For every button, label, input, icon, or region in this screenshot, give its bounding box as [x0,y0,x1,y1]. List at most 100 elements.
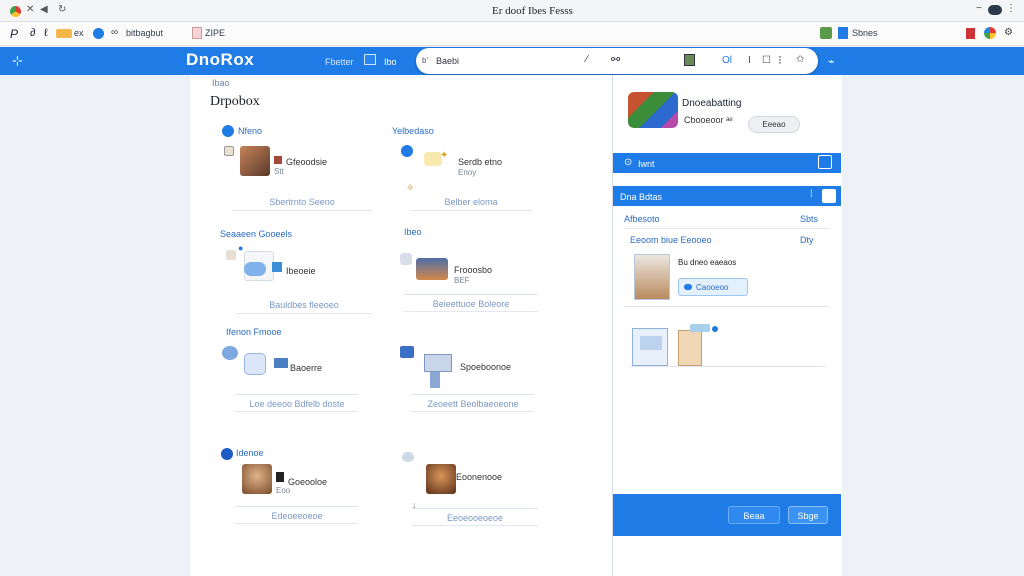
item-action-row[interactable]: Loe deeoo Bdfelb doste [236,394,358,412]
item-thumbnail[interactable] [240,146,270,176]
app-menu-icon[interactable]: ⊹ [12,53,23,69]
minimize-icon[interactable]: − [976,3,982,14]
item-action-row[interactable]: Zeoeett Beolbaeoeone [412,394,534,412]
item-subtitle: Eoo [276,486,291,495]
link-icon[interactable]: ⚯ [611,53,620,66]
bookmark-ex[interactable]: ex [74,28,84,38]
star-icon[interactable]: ✩ [796,54,804,65]
item-title[interactable]: Frooosbo [454,265,492,275]
nav-glyph-d[interactable]: ∂ [30,27,35,39]
item-subtitle: Enoy [458,168,477,177]
menu-icon[interactable]: ⋮ [1006,3,1016,14]
bookmark-globe-icon[interactable] [93,28,104,39]
extension-extra-icon[interactable]: ⚙ [1004,27,1013,38]
item-action-row[interactable]: Beieettuoe Boleore [404,294,538,312]
item-title[interactable]: Serdb etno [458,157,502,167]
app-logo[interactable]: DnoRox [186,50,254,70]
bookmark-bitbagbut[interactable]: bitbagbut [126,28,163,38]
stat-label: Afbesoto [624,214,660,224]
item-mini-icon [274,156,282,164]
clip-icon [690,324,710,332]
stat-value: Sbts [800,214,819,224]
sort-icon[interactable]: ⁞ [810,189,813,200]
search-input[interactable]: Baebi [436,56,459,66]
search-glyph-i: I [748,55,751,66]
page-title: Drpobox [210,94,260,109]
item-small-icon [400,253,412,265]
extension-colorful-icon[interactable] [984,27,996,39]
sub-header-label: Dna Bdtas [620,192,663,202]
section-label: Yelbedaso [392,126,434,136]
item-action-row[interactable]: Bauldbes fleeoeo [236,296,372,314]
item-mini-icon [276,472,284,482]
extension-icon[interactable] [820,27,832,39]
item-title[interactable]: Eoonenooe [456,472,502,482]
section-header-label: Iwnt [638,159,655,169]
header-right-icon[interactable]: ⌁ [828,55,835,68]
filter-icon[interactable]: ☐ [762,55,771,66]
account-icon[interactable] [988,5,1002,15]
clip-dot-icon [712,326,718,332]
bookmark-zipe[interactable]: ZIPE [205,28,225,38]
section-label: Ibeo [404,227,422,237]
divider [624,228,828,229]
bookmark-link-icon[interactable]: ∞ [111,27,118,38]
item-star-icon: ✦ [440,150,449,161]
section-dot-icon [221,448,233,460]
search-bar[interactable]: b' Baebi ⁄ ⚯ Ol I ☐ ⁝ ✩ [416,48,818,74]
item-title[interactable]: Gfeoodsie [286,157,327,167]
section-dot-icon [222,125,234,137]
profile-pill[interactable]: Eeeao [748,116,800,133]
box-icon[interactable] [678,330,702,366]
item-title[interactable]: Ibeoeie [286,266,316,276]
file-preview[interactable] [634,254,670,300]
file-action-label: Caooeoo [696,283,729,292]
bookmark-folder-icon[interactable] [56,29,72,38]
item-mini-icon [272,262,282,272]
refresh-icon[interactable]: ↻ [58,4,66,15]
back-icon[interactable]: ◀ [40,4,48,15]
more-icon[interactable]: ⁝ [778,53,782,67]
section-dot-icon [401,145,413,157]
item-subtitle: BEF [454,276,470,285]
item-action-row[interactable]: Sbertrnto Seeno [232,193,372,211]
expand-icon[interactable] [818,155,832,169]
item-thumbnail[interactable] [242,464,272,494]
settings-icon[interactable]: ⊙ [624,157,632,168]
divider [630,366,826,367]
item-folder-icon [400,346,414,358]
breadcrumb[interactable]: Ibao [212,78,230,88]
nav-link-ibo[interactable]: Ibo [384,57,397,67]
item-cloud-icon [402,452,414,462]
image-icon[interactable] [684,54,695,66]
item-small-icon [226,250,236,260]
nav-link-fbetter[interactable]: Fbetter [325,57,354,67]
grid-icon[interactable] [364,54,376,65]
extension-blue-icon[interactable] [838,27,848,39]
item-title[interactable]: Goeooloe [288,477,327,487]
cancel-button[interactable]: Beaa [728,506,780,524]
bookmark-sbnes[interactable]: Sbnes [852,28,878,38]
item-action-row[interactable]: Eeoeooeoeoe [412,508,538,526]
section-label: Seaaeen Gooeels [220,229,293,239]
search-divider-glyph: ⁄ [586,54,588,65]
close-icon[interactable]: ✕ [26,4,34,15]
item-title[interactable]: Spoeboonoe [460,362,511,372]
collapse-icon[interactable] [822,189,836,203]
bookmark-page-icon[interactable] [192,27,202,39]
item-action-row[interactable]: Belber eloma [410,193,532,211]
item-thumbnail[interactable] [426,464,456,494]
nav-glyph-p[interactable]: P [10,27,18,41]
toggle-icon[interactable] [684,284,692,290]
profile-name: Dnoeabatting [682,98,742,109]
file-title: Bu dneo eaeaos [678,258,737,267]
item-subtitle: Stt [274,167,284,176]
profile-subtitle: Cbooeoor ᵃᵉ [684,115,733,125]
item-action-row[interactable]: Edeoeeoeoe [236,506,358,524]
nav-glyph-l[interactable]: ℓ [44,27,48,39]
item-title[interactable]: Baoerre [290,363,322,373]
profile-illustration [628,92,678,128]
item-thumbnail[interactable] [416,258,448,280]
extension-red-icon[interactable] [966,28,975,39]
save-button[interactable]: Sbge [788,506,828,524]
